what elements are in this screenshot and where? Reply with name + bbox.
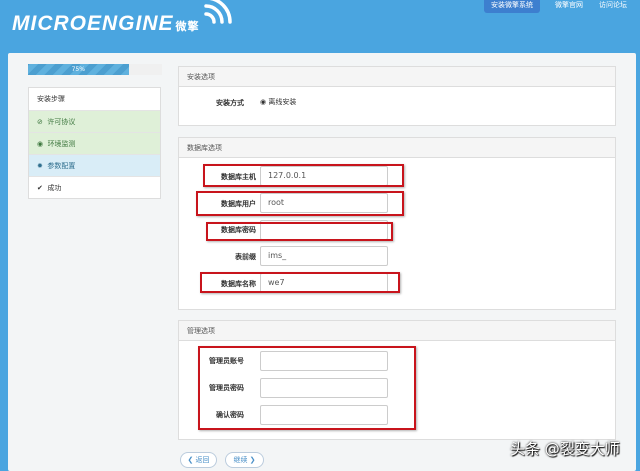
panel-title: 安装选项 — [179, 67, 615, 87]
install-options-panel: 安装选项 — [178, 66, 616, 126]
nav-forum[interactable]: 访问论坛 — [592, 0, 634, 13]
panel-title: 管理选项 — [179, 321, 615, 341]
next-button[interactable]: 继续 ❯ — [225, 452, 264, 468]
nav-official-site[interactable]: 微擎官网 — [548, 0, 590, 13]
step-env-check: ◉ 环境监测 — [29, 132, 160, 154]
gear-icon: ✹ — [37, 162, 43, 170]
highlight-box — [196, 191, 404, 216]
install-method-radio[interactable]: ◉ 离线安装 — [260, 97, 296, 107]
nav-install[interactable]: 安装微擎系统 — [484, 0, 540, 13]
watermark: 头条 @裂变大师 — [510, 440, 620, 458]
logo: MICROENGINE 微擎 — [12, 12, 200, 35]
highlight-box — [203, 164, 404, 187]
back-button[interactable]: ❮ 返回 — [180, 452, 217, 468]
highlight-box — [200, 272, 400, 293]
right-strip — [636, 53, 640, 471]
check-icon: ✔ — [37, 184, 43, 192]
highlight-box — [198, 346, 416, 430]
steps-title: 安装步骤 — [37, 95, 65, 103]
ban-icon: ⊘ — [37, 118, 43, 126]
table-prefix-label: 表前缀 — [235, 253, 256, 261]
highlight-box — [206, 222, 393, 241]
step-license: ⊘ 许可协议 — [29, 110, 160, 132]
wifi-logo-icon — [204, 0, 232, 24]
panel-title: 数据库选项 — [179, 138, 615, 158]
table-prefix-input[interactable]: ims_ — [260, 246, 388, 266]
step-success: ✔ 成功 — [29, 176, 160, 198]
steps-panel: 安装步骤 ⊘ 许可协议 ◉ 环境监测 ✹ 参数配置 ✔ 成功 — [28, 87, 161, 199]
progress-fill: 75% — [28, 64, 129, 75]
install-method-label: 安装方式 — [216, 99, 244, 107]
progress-bar: 75% — [28, 64, 162, 75]
eye-icon: ◉ — [37, 140, 44, 148]
step-config: ✹ 参数配置 — [29, 154, 160, 176]
